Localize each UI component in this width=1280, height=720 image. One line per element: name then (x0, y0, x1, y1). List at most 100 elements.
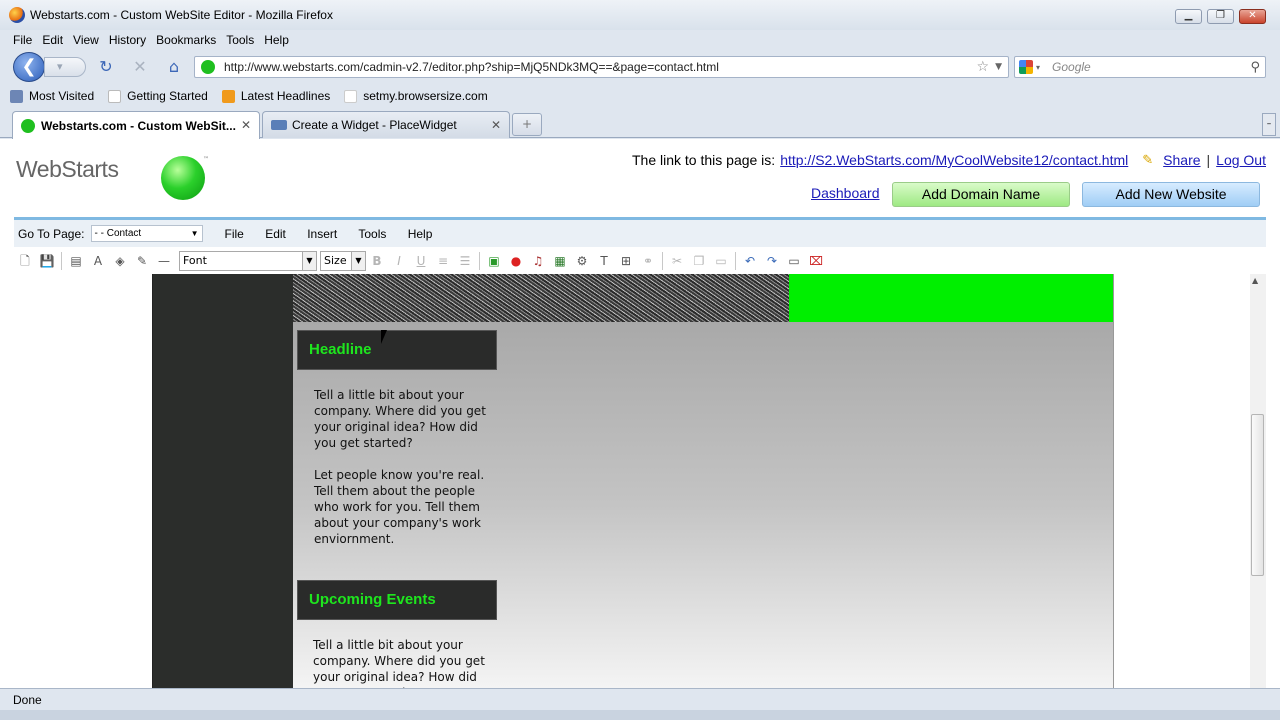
list-icon[interactable]: ☰ (454, 251, 476, 271)
paste-icon[interactable]: ▭ (710, 251, 732, 271)
menu-edit[interactable]: Edit (37, 33, 68, 47)
bookmark-setmy-browsersize[interactable]: setmy.browsersize.com (344, 89, 488, 103)
search-engine-dropdown-icon[interactable]: ▾ (1036, 63, 1040, 72)
flash-icon[interactable]: ● (505, 251, 527, 271)
brush-icon[interactable]: ✎ (131, 251, 153, 271)
dashboard-link[interactable]: Dashboard (811, 185, 880, 201)
menu-view[interactable]: View (68, 33, 104, 47)
italic-icon[interactable]: I (388, 251, 410, 271)
video-icon[interactable]: ▦ (549, 251, 571, 271)
cut-icon[interactable]: ✂ (666, 251, 688, 271)
size-select[interactable]: Size ▼ (320, 250, 366, 271)
maximize-button[interactable]: ❐ (1207, 9, 1234, 24)
copy-icon[interactable]: ❐ (688, 251, 710, 271)
url-text[interactable]: http://www.webstarts.com/cadmin-v2.7/edi… (224, 60, 977, 74)
tab-label: Create a Widget - PlaceWidget (292, 118, 457, 132)
editor-menu-edit[interactable]: Edit (265, 227, 286, 241)
search-bar[interactable]: ▾ Google ⚲ (1014, 56, 1266, 78)
text-color-icon[interactable]: A (87, 251, 109, 271)
undo-icon[interactable]: ↶ (739, 251, 761, 271)
horizontal-line-icon[interactable]: — (153, 251, 175, 271)
menu-tools[interactable]: Tools (221, 33, 259, 47)
firefox-icon (9, 7, 25, 23)
delete-page-icon[interactable]: ⌧ (805, 251, 827, 271)
header-photo[interactable] (293, 274, 789, 322)
headline-box[interactable]: Headline (297, 330, 497, 370)
bookmark-getting-started[interactable]: Getting Started (108, 89, 208, 103)
save-icon[interactable]: 💾 (36, 251, 58, 271)
menu-file[interactable]: File (8, 33, 37, 47)
menu-history[interactable]: History (104, 33, 151, 47)
reload-icon[interactable]: ↻ (97, 58, 115, 76)
image-icon[interactable]: ▣ (483, 251, 505, 271)
back-button[interactable]: ❮ (13, 52, 45, 82)
tab-placewidget[interactable]: Create a Widget - PlaceWidget ✕ (262, 111, 510, 138)
site-identity-icon[interactable] (201, 60, 215, 74)
tab-close-icon[interactable]: ✕ (241, 118, 251, 132)
bold-icon[interactable]: B (366, 251, 388, 271)
search-input[interactable]: Google (1052, 60, 1250, 74)
menu-bar: File Edit View History Bookmarks Tools H… (0, 30, 1280, 50)
menu-help[interactable]: Help (259, 33, 294, 47)
address-bar[interactable]: http://www.webstarts.com/cadmin-v2.7/edi… (194, 56, 1009, 78)
chevron-down-icon: ▼ (351, 251, 365, 270)
paragraph[interactable]: Tell a little bit about your company. Wh… (314, 387, 494, 451)
redo-icon[interactable]: ↷ (761, 251, 783, 271)
widget-icon[interactable]: ⚙ (571, 251, 593, 271)
tab-webstarts[interactable]: Webstarts.com - Custom WebSit... ✕ (12, 111, 260, 139)
goto-page-select[interactable]: - - Contact ▼ (90, 225, 203, 242)
font-select[interactable]: Font ▼ (179, 250, 317, 271)
paragraph[interactable]: Let people know you're real. Tell them a… (314, 467, 494, 547)
editor-toolbar: 🗋 💾 ▤ A ◈ ✎ — Font ▼ Size ▼ B I U ≡ ☰ ▣ ● … (14, 247, 1266, 274)
editor-canvas[interactable]: Headline Tell a little bit about your co… (14, 274, 1254, 688)
bookmark-star-icon[interactable]: ☆ (977, 59, 990, 75)
underline-icon[interactable]: U (410, 251, 432, 271)
editor-menu-file[interactable]: File (225, 227, 244, 241)
music-icon[interactable]: ♫ (527, 251, 549, 271)
home-icon[interactable]: ⌂ (165, 58, 183, 76)
editor-menu-bar: Go To Page: - - Contact ▼ File Edit Inse… (14, 220, 1266, 247)
bookmark-most-visited[interactable]: Most Visited (10, 89, 94, 103)
editor-menu-insert[interactable]: Insert (307, 227, 337, 241)
preview-icon[interactable]: ▭ (783, 251, 805, 271)
chevron-down-icon: ▼ (302, 251, 316, 270)
window-title: Webstarts.com - Custom WebSite Editor - … (30, 8, 333, 22)
green-header-block[interactable] (789, 274, 1113, 322)
menu-bookmarks[interactable]: Bookmarks (151, 33, 221, 47)
stop-icon[interactable]: ✕ (131, 58, 149, 76)
url-dropdown-icon[interactable]: ▼ (995, 62, 1002, 72)
webstarts-logo[interactable]: WebStarts (16, 156, 119, 183)
scroll-up-icon[interactable]: ▲ (1252, 276, 1258, 285)
google-icon[interactable] (1019, 60, 1033, 74)
search-icon[interactable]: ⚲ (1250, 60, 1260, 75)
forward-button[interactable]: ▾ (44, 57, 86, 77)
new-tab-button[interactable]: + (512, 113, 542, 136)
page-link[interactable]: http://S2.WebStarts.com/MyCoolWebsite12/… (780, 152, 1128, 168)
add-website-button[interactable]: Add New Website (1082, 182, 1260, 207)
text-tool-icon[interactable]: T (593, 251, 615, 271)
minimize-button[interactable]: ▁ (1175, 9, 1202, 24)
webstarts-favicon-icon (21, 118, 35, 133)
share-link[interactable]: Share (1163, 152, 1200, 168)
textbox-icon[interactable]: ▤ (65, 251, 87, 271)
list-tabs-icon: – (1266, 119, 1272, 129)
tab-close-icon[interactable]: ✕ (491, 118, 501, 132)
align-icon[interactable]: ≡ (432, 251, 454, 271)
vertical-scrollbar[interactable]: ▲ (1250, 274, 1266, 688)
fill-color-icon[interactable]: ◈ (109, 251, 131, 271)
new-page-icon[interactable]: 🗋 (14, 251, 36, 271)
table-icon[interactable]: ⊞ (615, 251, 637, 271)
add-domain-button[interactable]: Add Domain Name (892, 182, 1070, 207)
back-arrow-icon: ❮ (21, 56, 37, 77)
tab-list-button[interactable]: – (1262, 113, 1276, 136)
bookmark-latest-headlines[interactable]: Latest Headlines (221, 89, 330, 103)
font-value: Font (183, 253, 207, 267)
editor-menu-tools[interactable]: Tools (358, 227, 386, 241)
editor-menu-help[interactable]: Help (408, 227, 433, 241)
link-icon[interactable]: ⚭ (637, 251, 659, 271)
paragraph[interactable]: Tell a little bit about your company. Wh… (313, 637, 493, 688)
events-headline-box[interactable]: Upcoming Events (297, 580, 497, 620)
logout-link[interactable]: Log Out (1216, 152, 1266, 168)
scrollbar-thumb[interactable] (1251, 414, 1264, 576)
close-window-button[interactable]: ✕ (1239, 9, 1266, 24)
